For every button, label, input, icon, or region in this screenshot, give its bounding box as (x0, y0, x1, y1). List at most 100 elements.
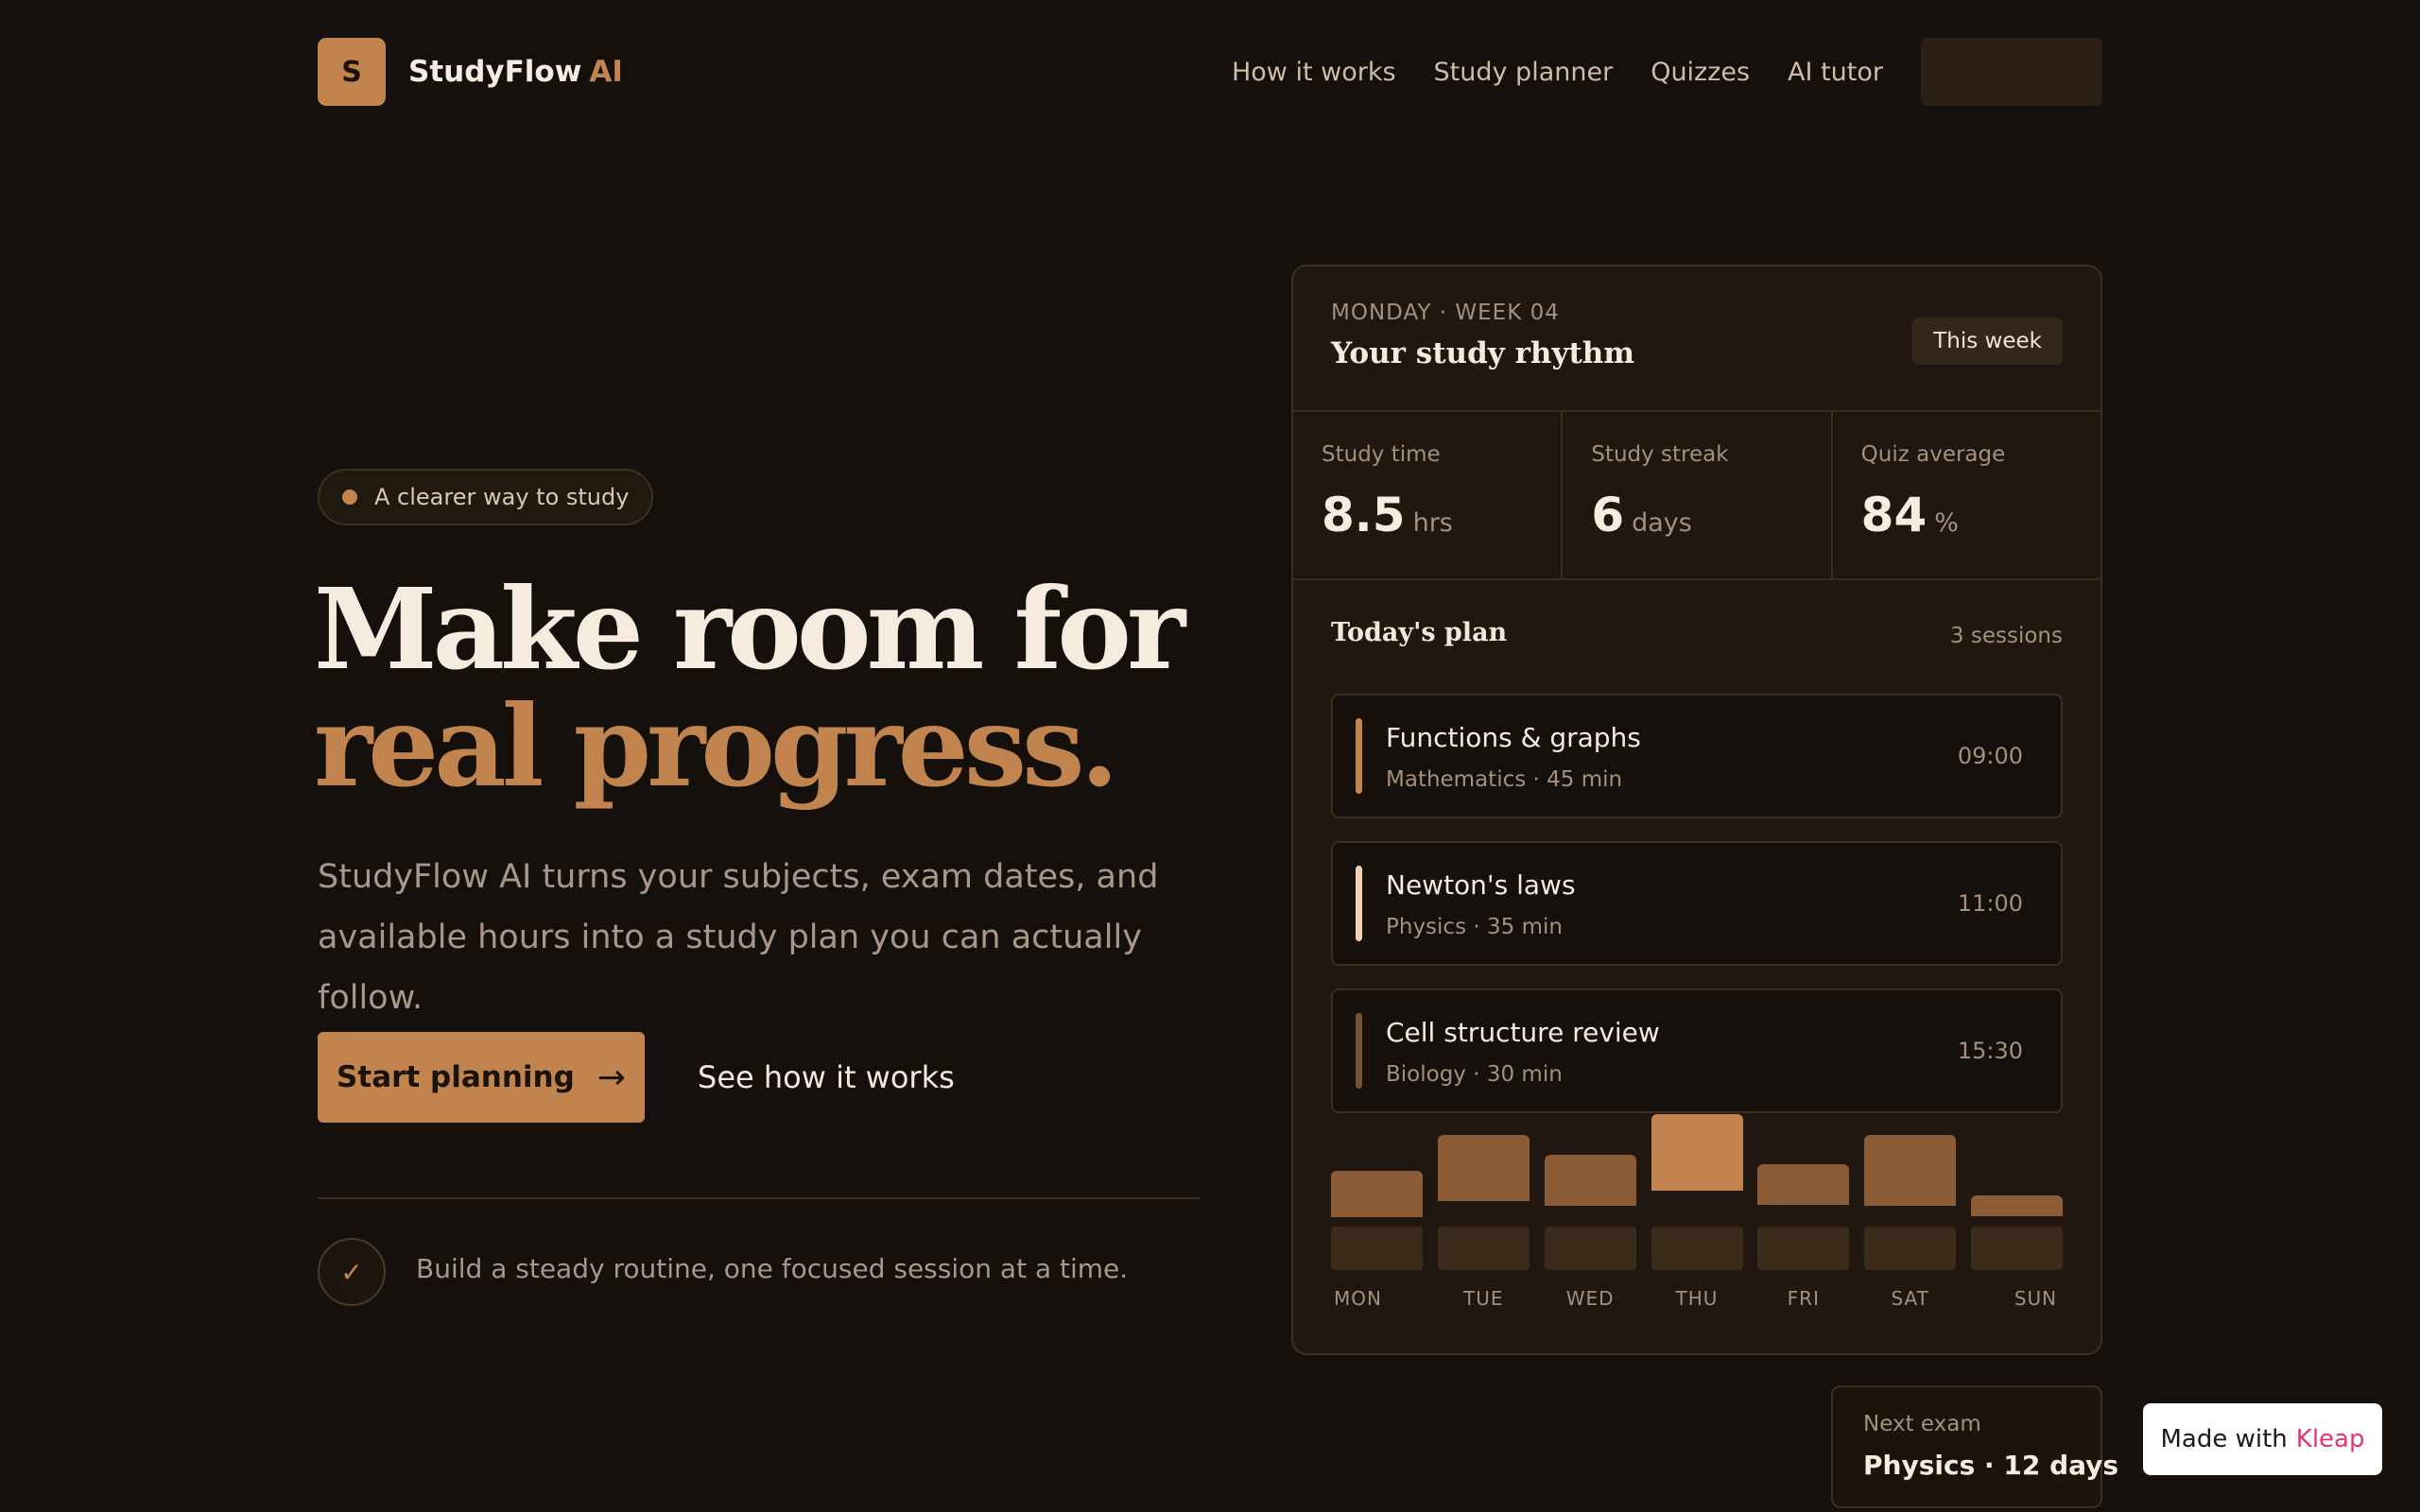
bar-fill (1971, 1195, 2063, 1216)
pill-dot-icon (342, 490, 357, 505)
session-time: 09:00 (1957, 743, 2023, 769)
brand[interactable]: S StudyFlow AI (318, 38, 623, 106)
bar-base (1864, 1227, 1957, 1270)
stat-value: 6 days (1591, 488, 1692, 542)
session-time: 15:30 (1957, 1038, 2023, 1064)
headline-line-2: real progress. (314, 680, 1119, 812)
stat-label: Study streak (1591, 442, 1729, 467)
bar-fill (1544, 1155, 1636, 1206)
nav-link-how-it-works[interactable]: How it works (1232, 58, 1396, 87)
bar-day-label: SUN (2014, 1287, 2058, 1310)
hero-divider (318, 1197, 1201, 1199)
arrow-right-icon: → (596, 1057, 626, 1097)
nav-cta-button[interactable] (1921, 38, 2102, 106)
start-planning-label: Start planning (337, 1060, 575, 1094)
stat-label: Study time (1322, 442, 1441, 467)
start-planning-button[interactable]: Start planning → (318, 1032, 645, 1123)
nav-link-ai-tutor[interactable]: AI tutor (1788, 58, 1883, 87)
bar-fill (1331, 1171, 1423, 1217)
bar-base (1651, 1227, 1743, 1270)
study-dashboard-card: MONDAY · WEEK 04 Your study rhythm This … (1291, 265, 2102, 1355)
bar-fill (1651, 1114, 1743, 1191)
bar-day-label: THU (1675, 1287, 1719, 1310)
card-title: Your study rhythm (1331, 336, 1635, 370)
brand-name: StudyFlow AI (408, 55, 623, 89)
stat-value: 84% (1861, 488, 1959, 542)
bar-fill (1864, 1134, 1957, 1206)
session-meta: Physics · 35 min (1386, 915, 1563, 939)
session-name: Newton's laws (1386, 869, 1576, 901)
bar-wed (1544, 1108, 1636, 1270)
session-color-bar (1356, 718, 1362, 794)
made-with-brand: Kleap (2295, 1425, 2365, 1453)
session-color-bar (1356, 1013, 1362, 1089)
check-icon: ✓ (318, 1238, 386, 1306)
nav-link-study-planner[interactable]: Study planner (1434, 58, 1614, 87)
session-time: 11:00 (1957, 890, 2023, 917)
brand-name-accent: AI (589, 55, 623, 89)
stat-number: 8.5 (1322, 488, 1406, 542)
made-with-prefix: Made with (2160, 1425, 2288, 1453)
stat-label: Quiz average (1860, 442, 2006, 467)
bar-day-label: WED (1565, 1287, 1615, 1310)
stat-number: 6 (1591, 488, 1625, 542)
next-exam-value: Physics · 12 days (1863, 1450, 2119, 1481)
made-with-badge[interactable]: Made with Kleap (2143, 1403, 2382, 1475)
tagline-text: A clearer way to study (374, 484, 630, 510)
stat-quiz-average: Quiz average 84% (1833, 412, 2100, 578)
session-meta: Biology · 30 min (1386, 1062, 1563, 1087)
top-navigation: S StudyFlow AI How it works Study planner… (318, 38, 2102, 106)
hero-lead: StudyFlow AI turns your subjects, exam d… (318, 858, 1159, 1017)
card-date: MONDAY · WEEK 04 (1331, 301, 1560, 325)
stat-unit: hrs (1412, 508, 1453, 538)
landing-page: S StudyFlow AI How it works Study planner… (0, 0, 2420, 1512)
bar-tue (1437, 1108, 1530, 1270)
plan-count: 3 sessions (1949, 624, 2063, 648)
session-color-bar (1356, 866, 1362, 941)
bar-mon (1331, 1108, 1423, 1270)
bar-sat (1864, 1108, 1957, 1270)
bar-base (1331, 1227, 1423, 1270)
nav-link-quizzes[interactable]: Quizzes (1651, 58, 1750, 87)
tagline-pill: A clearer way to study (318, 469, 654, 525)
session-meta: Mathematics · 45 min (1386, 767, 1623, 792)
bar-base (1971, 1227, 2063, 1270)
logo-mark: S (318, 38, 386, 106)
session-name: Cell structure review (1386, 1017, 1660, 1048)
week-badge[interactable]: This week (1912, 318, 2063, 365)
stat-number: 84 (1860, 488, 1927, 542)
bar-fill (1757, 1164, 1850, 1206)
bar-fill (1437, 1134, 1530, 1201)
bar-base (1544, 1227, 1636, 1270)
plan-title: Today's plan (1331, 618, 1508, 647)
bar-base (1437, 1227, 1530, 1270)
next-exam-card: Next exam Physics · 12 days (1831, 1385, 2118, 1508)
session-name: Functions & graphs (1386, 722, 1641, 753)
stats-row: Study time 8.5 hrs Study streak 6 days Qui… (1293, 412, 2100, 580)
session-item[interactable]: Functions & graphs Mathematics · 45 min … (1331, 694, 2063, 818)
hero-headline: Make room for real progress. (314, 571, 1240, 805)
bar-day-label: MON (1334, 1287, 1382, 1310)
bar-base (1757, 1227, 1850, 1270)
see-how-it-works-link[interactable]: See how it works (698, 1032, 955, 1123)
bar-day-label: FRI (1787, 1287, 1820, 1310)
next-exam-label: Next exam (1863, 1412, 1981, 1436)
stat-study-time: Study time 8.5 hrs (1293, 412, 1564, 578)
card-header: MONDAY · WEEK 04 Your study rhythm This … (1293, 266, 2100, 412)
bar-sun (1971, 1108, 2063, 1270)
weekly-bar-chart (1331, 1108, 2063, 1270)
routine-footnote: Build a steady routine, one focused sess… (416, 1253, 1129, 1284)
stat-unit: % (1934, 508, 1959, 538)
headline-line-1: Make room for (314, 563, 1185, 695)
bar-day-label: SAT (1891, 1287, 1929, 1310)
session-item[interactable]: Cell structure review Biology · 30 min 1… (1331, 988, 2063, 1113)
brand-name-text: StudyFlow (408, 55, 582, 89)
nav-links: How it works Study planner Quizzes AI tu… (1194, 38, 1883, 106)
stat-unit: days (1632, 508, 1692, 538)
stat-value: 8.5 hrs (1322, 488, 1453, 542)
bar-fri (1757, 1108, 1850, 1270)
bar-day-label: TUE (1463, 1287, 1504, 1310)
stat-study-streak: Study streak 6 days (1563, 412, 1833, 578)
bar-thu (1651, 1108, 1743, 1270)
session-item[interactable]: Newton's laws Physics · 35 min 11:00 (1331, 841, 2063, 966)
